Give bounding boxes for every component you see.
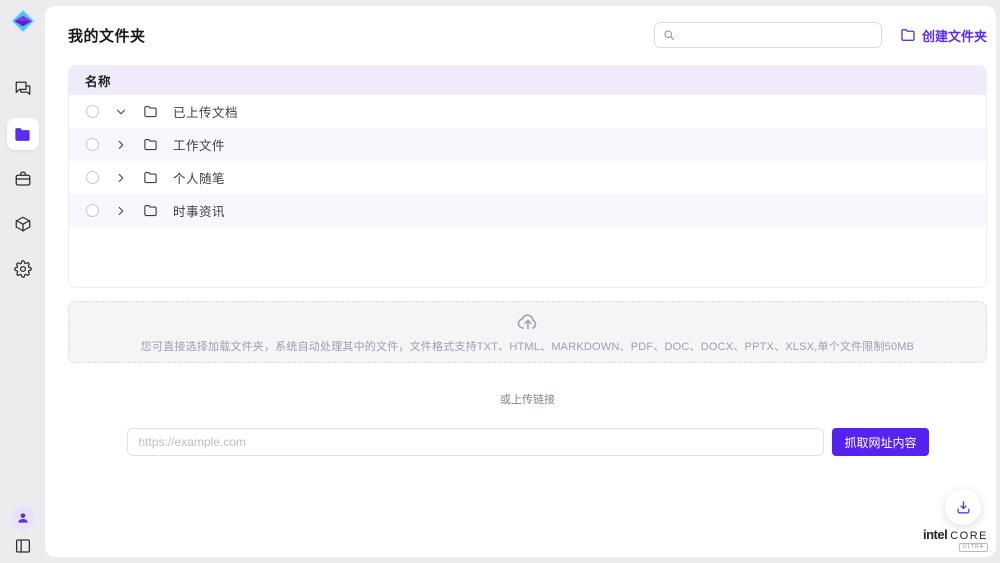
main-panel: 我的文件夹 创建文件夹 名称	[45, 6, 996, 557]
page-title: 我的文件夹	[68, 25, 654, 46]
folder-row[interactable]: 已上传文档	[69, 95, 986, 128]
table-header: 名称	[69, 66, 986, 95]
folder-name: 个人随笔	[173, 168, 225, 187]
folder-name: 已上传文档	[173, 102, 238, 121]
folder-icon	[143, 137, 158, 152]
sidebar-item-briefcase[interactable]	[7, 163, 39, 195]
briefcase-icon	[14, 170, 32, 188]
app-logo-icon	[9, 7, 37, 35]
column-header-name: 名称	[85, 71, 111, 90]
cloud-upload-icon	[516, 310, 540, 334]
chevron-icon[interactable]	[114, 138, 128, 152]
search-icon	[663, 29, 675, 41]
sidebar-footer	[11, 506, 35, 555]
intel-core-badge: intel core ultra	[923, 527, 988, 552]
sidebar-nav	[7, 73, 39, 285]
row-checkbox[interactable]	[86, 105, 99, 118]
url-input[interactable]	[127, 428, 825, 456]
folder-row[interactable]: 时事资讯	[69, 194, 986, 227]
sidebar	[0, 0, 45, 563]
folder-name: 时事资讯	[173, 201, 225, 220]
topbar: 我的文件夹 创建文件夹	[68, 21, 987, 49]
sidebar-item-chat[interactable]	[7, 73, 39, 105]
create-folder-label: 创建文件夹	[922, 26, 987, 45]
upload-dropzone[interactable]: 您可直接选择加载文件夹，系统自动处理其中的文件，文件格式支持TXT、HTML、M…	[68, 301, 987, 363]
chevron-icon[interactable]	[114, 171, 128, 185]
folder-plus-icon	[900, 27, 916, 43]
fetch-url-button[interactable]: 抓取网址内容	[832, 428, 928, 456]
upload-link-label: 或上传链接	[68, 391, 987, 407]
collapse-panel-icon[interactable]	[14, 537, 32, 555]
sidebar-item-folders[interactable]	[7, 118, 39, 150]
folder-icon	[143, 203, 158, 218]
download-fab-button[interactable]	[945, 489, 981, 525]
chat-icon	[14, 80, 32, 98]
folder-icon	[143, 104, 158, 119]
folder-row[interactable]: 工作文件	[69, 128, 986, 161]
row-checkbox[interactable]	[86, 204, 99, 217]
row-checkbox[interactable]	[86, 171, 99, 184]
chevron-icon[interactable]	[114, 105, 128, 119]
search-input[interactable]	[681, 27, 873, 43]
app-root: { "colors": { "accent": "#5b2cf0", "fetc…	[0, 0, 1000, 563]
folder-name: 工作文件	[173, 135, 225, 154]
link-upload-row: 抓取网址内容	[127, 428, 929, 456]
chevron-icon[interactable]	[114, 204, 128, 218]
search-box	[654, 22, 882, 48]
folder-icon	[143, 170, 158, 185]
sidebar-item-box[interactable]	[7, 208, 39, 240]
intel-core-text: core	[950, 530, 988, 542]
person-icon	[16, 511, 30, 525]
intel-logo-text: intel core	[923, 527, 988, 542]
gear-icon	[14, 260, 32, 278]
intel-brand-text: intel	[923, 527, 947, 542]
download-icon	[955, 499, 972, 516]
row-checkbox[interactable]	[86, 138, 99, 151]
sidebar-item-settings[interactable]	[7, 253, 39, 285]
folder-table: 名称 已上传文档 工作文件	[68, 65, 987, 288]
folder-row[interactable]: 个人随笔	[69, 161, 986, 194]
intel-ultra-tag: ultra	[959, 543, 988, 552]
folder-filled-icon	[13, 125, 32, 144]
create-folder-button[interactable]: 创建文件夹	[900, 26, 987, 45]
user-avatar[interactable]	[11, 506, 35, 530]
cube-icon	[14, 215, 32, 233]
upload-hint: 您可直接选择加载文件夹，系统自动处理其中的文件，文件格式支持TXT、HTML、M…	[141, 338, 914, 354]
